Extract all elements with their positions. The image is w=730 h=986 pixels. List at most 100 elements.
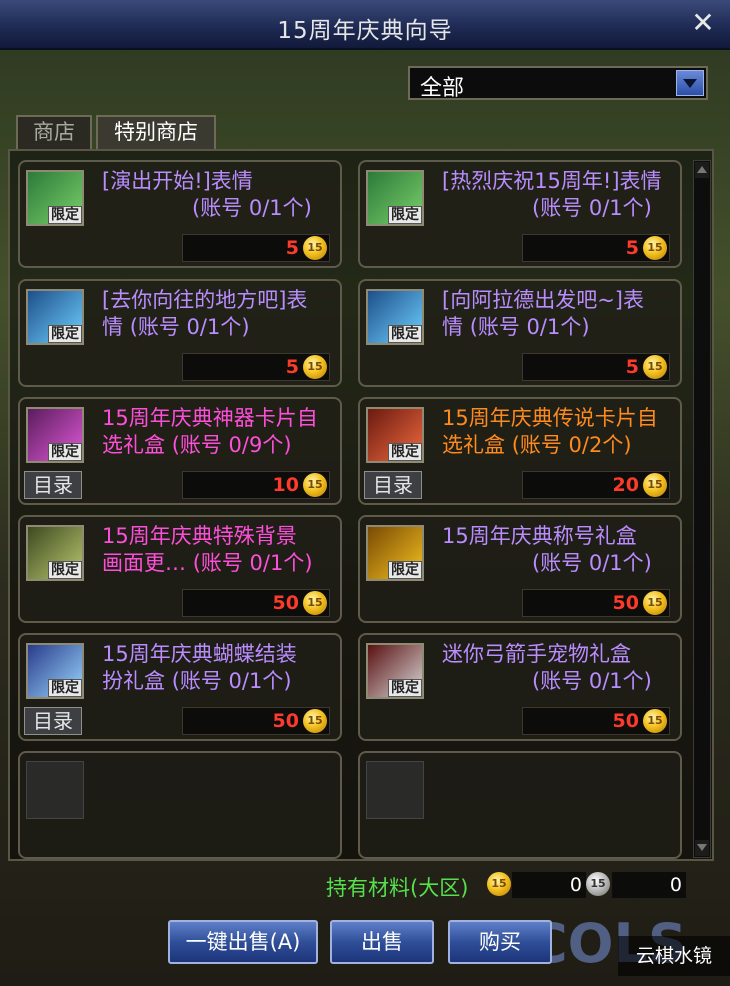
item-limit: (账号 0/1个): [469, 315, 590, 339]
coin-icon: 15: [303, 709, 327, 733]
item-limit-line: 扮礼盒 (账号 0/1个): [102, 668, 332, 695]
limited-badge: 限定: [48, 325, 82, 343]
limited-badge: 限定: [388, 206, 422, 224]
item-name: [去你向往的地方吧]表: [102, 288, 308, 312]
item-limit-line: 选礼盒 (账号 0/2个): [442, 432, 672, 459]
item-icon[interactable]: 限定: [26, 525, 84, 581]
price-bar: 5 15: [522, 234, 670, 262]
item-name: [热烈庆祝15周年!]表情: [442, 169, 662, 193]
item-name-block: [热烈庆祝15周年!]表情 (账号 0/1个): [442, 168, 672, 222]
tab-shop[interactable]: 商店: [16, 115, 92, 149]
empty-item-card: [18, 751, 342, 859]
coin-icon: 15: [643, 591, 667, 615]
gold-amount: 0: [512, 872, 586, 898]
title-bar[interactable]: 15周年庆典向导 ✕: [0, 0, 730, 50]
item-price: 10: [272, 474, 299, 496]
item-name-block: 15周年庆典特殊背景 画面更… (账号 0/1个): [102, 523, 332, 577]
item-limit-line: 画面更… (账号 0/1个): [102, 550, 332, 577]
shop-item-card[interactable]: 限定 [演出开始!]表情 (账号 0/1个) 5 15: [18, 160, 342, 268]
shop-item-card[interactable]: 限定 迷你弓箭手宠物礼盒 (账号 0/1个) 50 15: [358, 633, 682, 741]
shop-item-card[interactable]: 限定 15周年庆典特殊背景 画面更… (账号 0/1个) 50 15: [18, 515, 342, 623]
coin-icon: 15: [643, 709, 667, 733]
item-name: 迷你弓箭手宠物礼盒: [442, 642, 631, 666]
silver-amount: 0: [612, 872, 686, 898]
item-limit-line: (账号 0/1个): [102, 195, 332, 222]
price-bar: 5 15: [182, 234, 330, 262]
coin-icon: 15: [643, 473, 667, 497]
item-name-cont: 情: [102, 315, 123, 339]
item-name-block: 15周年庆典神器卡片自 选礼盒 (账号 0/9个): [102, 405, 332, 459]
chevron-down-icon[interactable]: [676, 70, 704, 96]
item-limit-line: 情 (账号 0/1个): [442, 314, 672, 341]
scroll-down-icon[interactable]: [695, 840, 709, 856]
item-icon[interactable]: 限定: [26, 289, 84, 345]
item-icon[interactable]: 限定: [366, 289, 424, 345]
price-bar: 50 15: [522, 707, 670, 735]
limited-badge: 限定: [48, 443, 82, 461]
item-name-block: 15周年庆典蝴蝶结装 扮礼盒 (账号 0/1个): [102, 641, 332, 695]
item-price: 5: [285, 356, 299, 378]
item-price: 50: [272, 710, 299, 732]
item-name: [演出开始!]表情: [102, 169, 253, 193]
limited-badge: 限定: [48, 561, 82, 579]
window-title: 15周年庆典向导: [277, 18, 453, 44]
item-limit: (账号 0/1个): [192, 196, 312, 220]
item-price: 50: [272, 592, 299, 614]
item-icon[interactable]: 限定: [366, 525, 424, 581]
item-limit: (账号 0/2个): [511, 433, 632, 457]
silver-coin-icon: 15: [586, 872, 610, 896]
item-limit-line: 情 (账号 0/1个): [102, 314, 332, 341]
item-limit: (账号 0/1个): [192, 551, 313, 575]
catalog-button[interactable]: 目录: [24, 707, 82, 735]
item-name-cont: 扮礼盒: [102, 669, 165, 693]
scrollbar[interactable]: [693, 160, 711, 858]
limited-badge: 限定: [388, 679, 422, 697]
catalog-button[interactable]: 目录: [24, 471, 82, 499]
tab-special-shop[interactable]: 特别商店: [96, 115, 216, 149]
catalog-button[interactable]: 目录: [364, 471, 422, 499]
close-icon[interactable]: ✕: [688, 8, 718, 38]
item-icon[interactable]: 限定: [26, 643, 84, 699]
item-name-block: 15周年庆典传说卡片自 选礼盒 (账号 0/2个): [442, 405, 672, 459]
item-limit: (账号 0/1个): [532, 196, 652, 220]
item-limit: (账号 0/1个): [129, 315, 250, 339]
price-bar: 10 15: [182, 471, 330, 499]
empty-item-card: [358, 751, 682, 859]
coin-icon: 15: [303, 591, 327, 615]
shop-item-card[interactable]: 限定 15周年庆典称号礼盒 (账号 0/1个) 50 15: [358, 515, 682, 623]
item-name: 15周年庆典特殊背景: [102, 524, 297, 548]
coin-icon: 15: [303, 236, 327, 260]
limited-badge: 限定: [388, 443, 422, 461]
item-name: 15周年庆典神器卡片自: [102, 406, 318, 430]
item-name-block: [演出开始!]表情 (账号 0/1个): [102, 168, 332, 222]
shop-item-card[interactable]: 限定 [去你向往的地方吧]表情 (账号 0/1个) 5 15: [18, 279, 342, 387]
item-name-cont: 选礼盒: [442, 433, 505, 457]
shop-item-card[interactable]: 限定目录 15周年庆典蝴蝶结装 扮礼盒 (账号 0/1个) 50 15: [18, 633, 342, 741]
item-limit: (账号 0/1个): [171, 669, 292, 693]
scroll-up-icon[interactable]: [695, 162, 709, 178]
item-name-cont: 画面更…: [102, 551, 186, 575]
item-icon[interactable]: 限定: [366, 407, 424, 463]
item-icon[interactable]: 限定: [26, 407, 84, 463]
coin-icon: 15: [643, 355, 667, 379]
item-icon[interactable]: 限定: [26, 170, 84, 226]
category-dropdown[interactable]: 全部: [408, 66, 708, 101]
item-icon[interactable]: 限定: [366, 643, 424, 699]
item-name-block: 15周年庆典称号礼盒 (账号 0/1个): [442, 523, 672, 577]
price-bar: 50 15: [522, 589, 670, 617]
item-limit: (账号 0/1个): [532, 669, 652, 693]
shop-item-card[interactable]: 限定 [热烈庆祝15周年!]表情 (账号 0/1个) 5 15: [358, 160, 682, 268]
sell-button[interactable]: 出售: [330, 920, 434, 964]
item-icon[interactable]: 限定: [366, 170, 424, 226]
sell-all-button[interactable]: 一键出售(A): [168, 920, 318, 964]
item-price: 5: [285, 237, 299, 259]
shop-item-card[interactable]: 限定目录 15周年庆典神器卡片自 选礼盒 (账号 0/9个) 10 15: [18, 397, 342, 505]
item-name-cont: 情: [442, 315, 463, 339]
buy-button[interactable]: 购买: [448, 920, 552, 964]
shop-item-card[interactable]: 限定 [向阿拉德出发吧~]表情 (账号 0/1个) 5 15: [358, 279, 682, 387]
price-bar: 5 15: [522, 353, 670, 381]
shop-item-card[interactable]: 限定 目录 15周年庆典传说卡片自 选礼盒 (账号 0/2个) 20 15: [358, 397, 682, 505]
empty-slot: [26, 761, 84, 819]
item-limit-line: (账号 0/1个): [442, 550, 672, 577]
item-name: 15周年庆典称号礼盒: [442, 524, 637, 548]
